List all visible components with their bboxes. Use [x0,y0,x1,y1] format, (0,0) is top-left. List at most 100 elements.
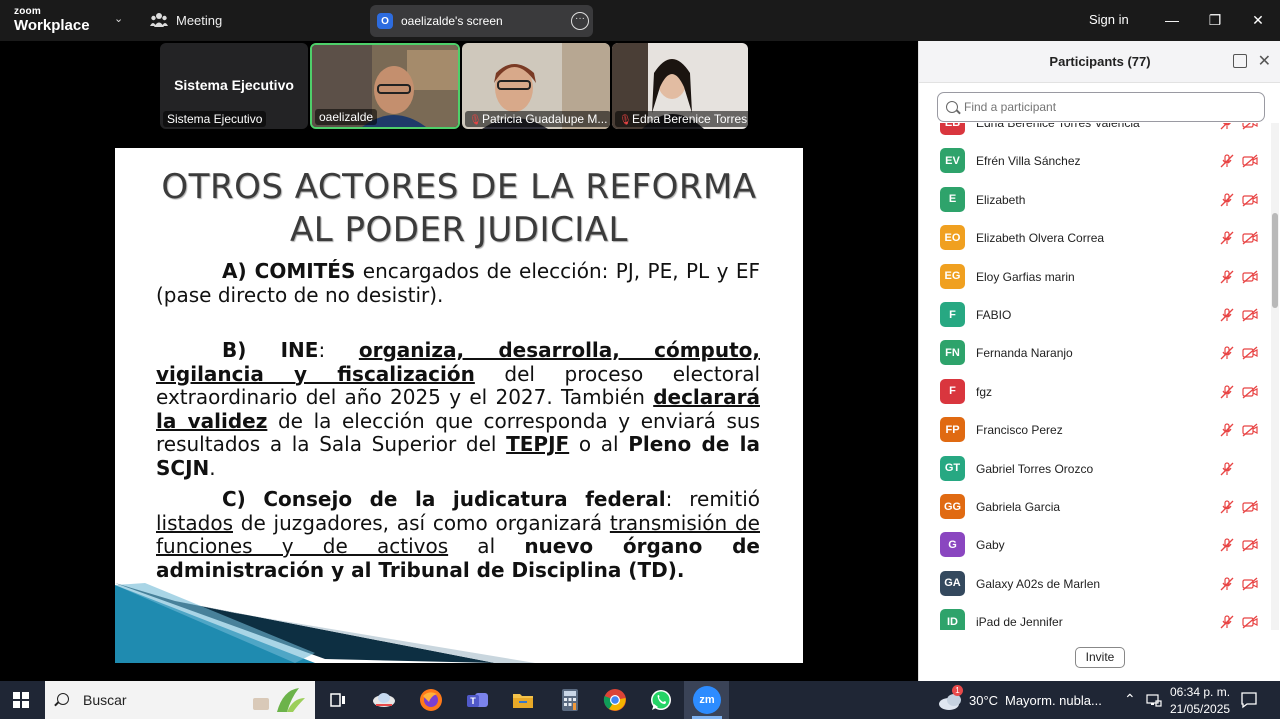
participant-row[interactable]: GA Galaxy A02s de Marlen [919,565,1271,603]
teams-icon[interactable]: T [463,686,491,714]
windows-start-icon[interactable] [13,692,29,708]
maximize-button[interactable]: ❐ [1203,8,1227,32]
weather-icon[interactable]: 1 [938,685,964,711]
avatar: FN [940,340,965,366]
slide-paragraph-c: C) Consejo de la judicatura federal: rem… [156,487,760,582]
clock-time[interactable]: 06:34 p. m. [1170,685,1230,699]
participant-scrollbar[interactable] [1271,123,1279,630]
notifications-icon[interactable] [1240,691,1258,712]
mic-off-icon[interactable] [1219,308,1235,322]
close-panel-icon[interactable]: ✕ [1258,51,1271,71]
participant-name: Edna Berenice Torres Valencia [976,123,1140,130]
video-off-icon[interactable] [1242,423,1258,437]
mic-off-icon[interactable] [1219,461,1235,476]
sign-in-link[interactable]: Sign in [1089,12,1129,27]
participant-search[interactable] [937,92,1265,122]
more-options-icon[interactable]: ··· [571,12,589,30]
participant-row[interactable]: G Gaby [919,526,1271,564]
mic-off-icon[interactable] [1219,231,1235,245]
tile-name: oaelizalde [315,109,378,125]
weather-badge: 1 [952,685,963,696]
video-off-icon[interactable] [1242,308,1258,322]
mic-off-icon[interactable] [1219,423,1235,437]
participant-row[interactable]: E Elizabeth [919,181,1271,219]
zoom-window: zoom Workplace ⌄ Meeting O oaelizalde's … [0,0,1280,719]
file-explorer-icon[interactable] [509,686,537,714]
video-tile[interactable]: Sistema Ejecutivo Sistema Ejecutivo [160,43,308,129]
screen-share-pill[interactable]: O oaelizalde's screen ··· [370,5,593,37]
close-button[interactable]: ✕ [1246,8,1270,32]
minimize-button[interactable]: — [1160,8,1184,32]
zoom-workplace-logo[interactable]: zoom Workplace [14,6,90,34]
tile-center-label: Sistema Ejecutivo [174,77,294,93]
whatsapp-icon[interactable] [647,686,675,714]
mic-off-icon[interactable] [1219,346,1235,360]
video-tile[interactable]: 🎙Edna Berenice Torres... [612,43,748,129]
participant-row[interactable]: Ffgz [919,373,1271,411]
participant-list[interactable]: EB Edna Berenice Torres Valencia EV Efrén V… [919,123,1271,630]
video-off-icon[interactable] [1242,193,1258,207]
mic-off-icon[interactable] [1219,154,1235,168]
participant-row[interactable]: EV Efrén Villa Sánchez [919,142,1271,180]
video-off-icon[interactable] [1242,500,1258,514]
firefox-icon[interactable] [417,686,445,714]
video-off-icon[interactable] [1242,385,1258,399]
mic-off-icon[interactable] [1219,538,1235,552]
video-off-icon[interactable] [1242,577,1258,591]
chevron-down-icon[interactable]: ⌄ [114,12,123,25]
clock-date[interactable]: 21/05/2025 [1170,702,1230,716]
video-off-icon[interactable] [1242,538,1258,552]
taskbar-search[interactable]: Buscar [45,681,315,719]
participant-row[interactable]: FP Francisco Perez [919,411,1271,449]
avatar: ID [940,609,965,630]
mic-off-icon[interactable] [1219,269,1235,284]
participant-row[interactable]: F FABIO [919,296,1271,334]
weather-app-icon[interactable] [370,686,398,714]
task-view-icon[interactable] [324,686,352,714]
participant-row[interactable]: GG Gabriela Garcia [919,488,1271,526]
video-tile[interactable]: 🎙Patricia Guadalupe M... [462,43,610,129]
video-off-icon[interactable] [1242,346,1258,360]
shared-slide: OTROS ACTORES DE LA REFORMA AL PODER JUD… [115,148,803,663]
chrome-icon[interactable] [601,686,629,714]
mic-off-icon[interactable] [1219,385,1235,399]
search-input[interactable] [964,100,1254,114]
participant-row[interactable]: FN Fernanda Naranjo [919,334,1271,372]
para-c-underline1: listados [156,510,233,535]
video-tile-active[interactable]: oaelizalde [310,43,460,129]
video-off-icon[interactable] [1242,231,1258,245]
invite-button[interactable]: Invite [1075,647,1125,668]
avatar: GG [940,494,965,519]
participant-row[interactable]: EO Elizabeth Olvera Correa [919,219,1271,257]
chevron-up-icon[interactable]: ⌃ [1124,691,1136,708]
avatar: E [940,186,965,212]
network-icon[interactable] [1146,693,1162,710]
participant-row[interactable]: GT Gabriel Torres Orozco [919,450,1271,488]
mic-off-icon: 🎙 [619,115,632,126]
participant-row[interactable]: EB Edna Berenice Torres Valencia [919,123,1271,142]
zoom-app-icon[interactable]: zm [693,686,721,714]
participant-row[interactable]: EG Eloy Garfias marin [919,258,1271,296]
participant-row[interactable]: ID iPad de Jennifer [919,603,1271,630]
video-off-icon[interactable] [1242,123,1258,130]
video-off-icon[interactable] [1242,615,1258,629]
mic-off-icon[interactable] [1219,500,1235,514]
participant-name: Gabriela Garcia [976,500,1061,514]
logo-line1: zoom [14,6,41,17]
video-off-icon[interactable] [1242,270,1258,284]
pop-out-icon[interactable] [1233,54,1247,68]
video-stage: Sistema Ejecutivo Sistema Ejecutivo oael… [0,41,918,681]
video-off-icon[interactable] [1242,154,1258,168]
meeting-button[interactable]: Meeting [150,12,222,28]
mic-off-icon[interactable] [1219,615,1235,629]
people-icon [150,12,168,28]
calculator-icon[interactable] [556,686,584,714]
scrollbar-thumb[interactable] [1272,213,1278,308]
mic-off-icon[interactable] [1219,123,1235,130]
weather-temp[interactable]: 30°C [969,693,998,708]
mic-off-icon[interactable] [1219,193,1235,207]
avatar: F [940,378,965,404]
mic-off-icon[interactable] [1219,577,1235,591]
participant-name: Elizabeth [976,192,1026,207]
weather-text[interactable]: Mayorm. nubla... [1005,693,1102,708]
